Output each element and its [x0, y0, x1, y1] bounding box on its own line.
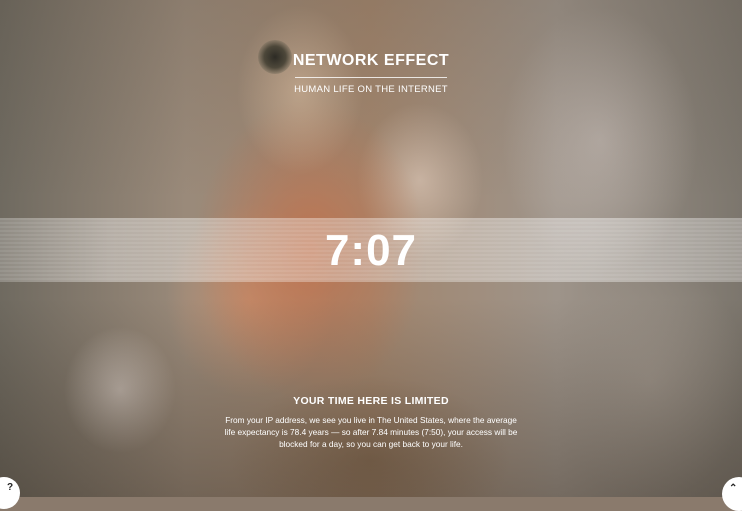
notice-heading: YOUR TIME HERE IS LIMITED	[293, 395, 449, 407]
header-divider	[295, 77, 447, 78]
time-limit-notice: YOUR TIME HERE IS LIMITED From your IP a…	[0, 395, 742, 450]
site-subtitle: HUMAN LIFE ON THE INTERNET	[294, 84, 448, 95]
corner-menu-icon: ⌃	[729, 483, 738, 494]
notice-body: From your IP address, we see you live in…	[224, 415, 518, 449]
countdown-timer: 7:07	[324, 226, 418, 275]
site-header: NETWORK EFFECT HUMAN LIFE ON THE INTERNE…	[0, 52, 742, 95]
site-title: NETWORK EFFECT	[292, 52, 450, 69]
corner-menu-button[interactable]: ⌃	[722, 477, 742, 511]
help-icon: ?	[7, 482, 14, 493]
